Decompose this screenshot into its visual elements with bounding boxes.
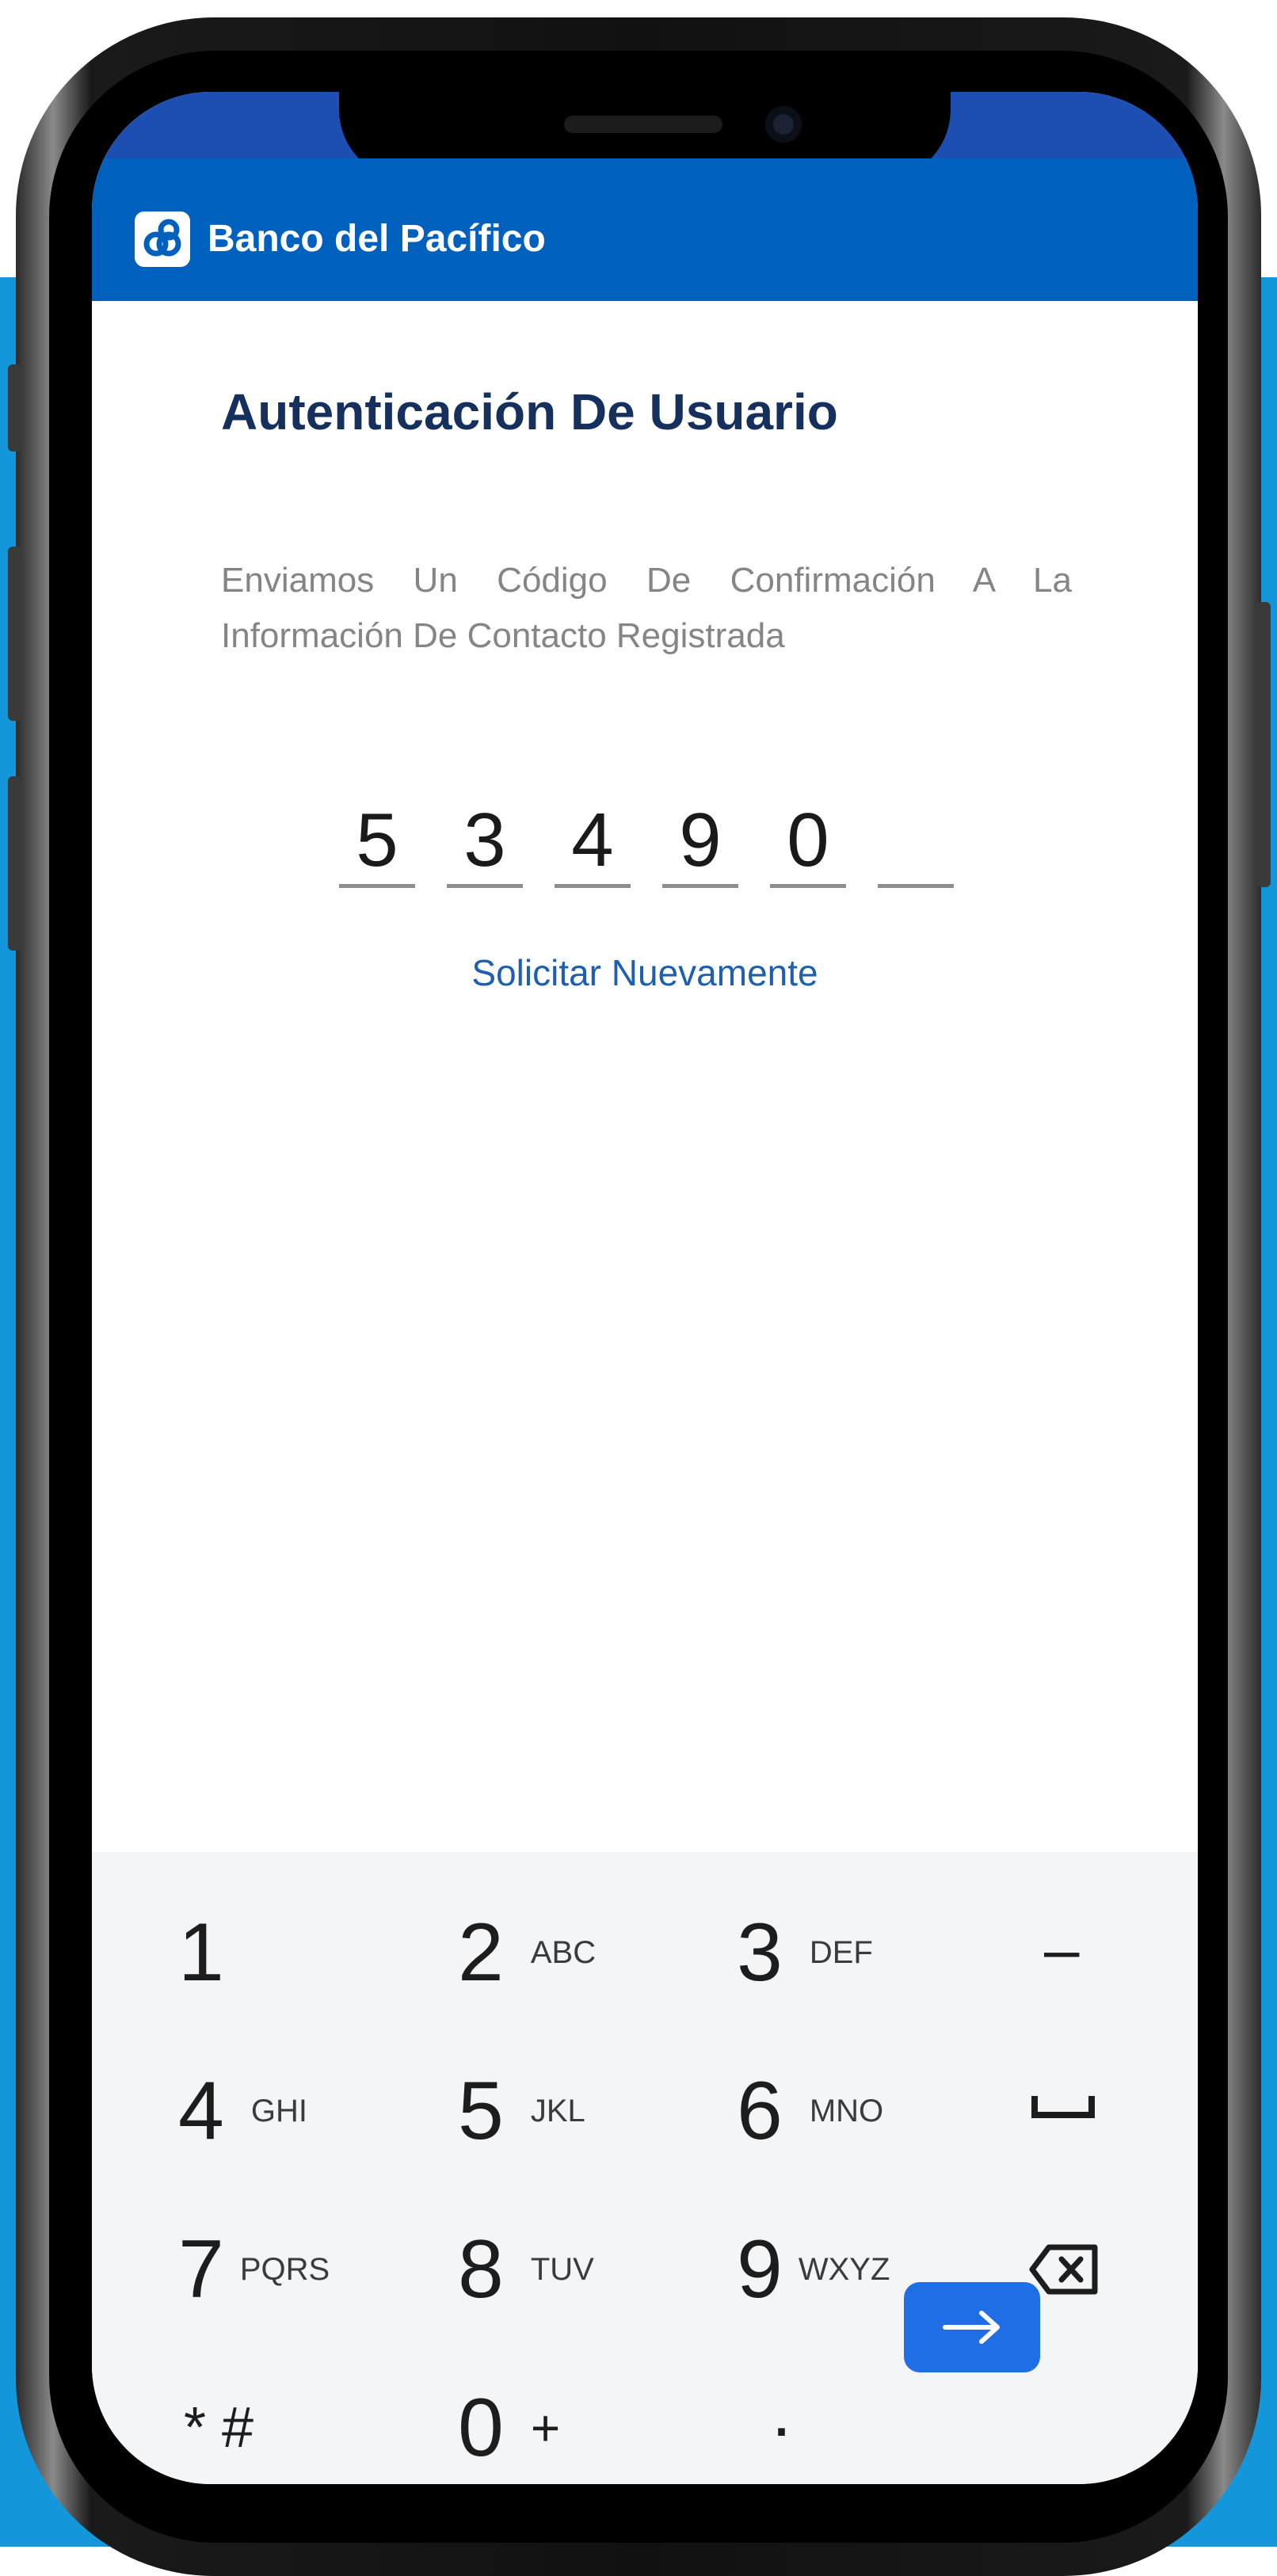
key-7[interactable]: 7 PQRS (178, 2226, 330, 2313)
key-5-letters: JKL (530, 2093, 585, 2128)
key-2-number: 2 (458, 1907, 504, 1999)
code-digit-1[interactable]: 5 (339, 789, 415, 888)
verification-code-input[interactable]: 5 3 4 9 0 (339, 789, 973, 888)
speaker-grille (564, 116, 722, 133)
key-0-number: 0 (458, 2382, 504, 2474)
page-title: Autenticación De Usuario (221, 383, 838, 440)
key-3-number: 3 (737, 1907, 783, 1999)
key-minus[interactable]: – (1044, 1914, 1080, 1985)
key-8-number: 8 (458, 2224, 504, 2315)
key-6-number: 6 (737, 2065, 783, 2157)
backspace-icon (1029, 2244, 1098, 2295)
phone-power-button (1256, 602, 1271, 887)
key-3[interactable]: 3 DEF (737, 1909, 873, 1996)
resend-code-link[interactable]: Solicitar Nuevamente (92, 947, 1198, 998)
enter-button[interactable] (904, 2282, 1040, 2372)
code-digit-2[interactable]: 3 (447, 789, 523, 888)
key-4-letters: GHI (250, 2093, 307, 2128)
key-5[interactable]: 5 JKL (458, 2067, 585, 2155)
key-9[interactable]: 9 WXYZ (737, 2226, 890, 2313)
numeric-keypad (92, 1852, 1198, 2484)
space-icon (1031, 2096, 1095, 2118)
key-6-letters: MNO (809, 2093, 884, 2128)
bank-logo-icon (135, 211, 190, 267)
code-digit-5[interactable]: 0 (770, 789, 846, 888)
key-9-number: 9 (737, 2224, 783, 2315)
key-backspace[interactable] (1028, 2243, 1100, 2296)
key-1-number: 1 (178, 1907, 224, 1999)
key-0-plus: + (530, 2399, 561, 2456)
key-9-letters: WXYZ (798, 2251, 890, 2287)
key-star-hash-symbol: * # (184, 2396, 254, 2460)
key-0[interactable]: 0 + (458, 2384, 560, 2471)
key-6[interactable]: 6 MNO (737, 2067, 883, 2155)
key-space[interactable] (1031, 2091, 1095, 2120)
key-2[interactable]: 2 ABC (458, 1909, 596, 1996)
key-1[interactable]: 1 (178, 1909, 224, 1996)
code-digit-4[interactable]: 9 (662, 789, 738, 888)
key-dot-symbol: . (772, 2372, 792, 2452)
phone-volume-up-button (8, 547, 22, 721)
phone-mute-button (8, 364, 22, 452)
key-2-letters: ABC (530, 1934, 597, 1970)
brand-name: Banco del Pacífico (208, 218, 546, 260)
key-8-letters: TUV (530, 2251, 594, 2287)
camera-icon (765, 106, 802, 143)
key-dot[interactable]: . (772, 2376, 791, 2448)
page-description: Enviamos Un Código De Confirmación A La … (221, 561, 1072, 655)
key-minus-symbol: – (1044, 1914, 1080, 1984)
code-digit-6[interactable] (878, 789, 954, 888)
key-7-letters: PQRS (239, 2251, 330, 2287)
key-5-number: 5 (458, 2065, 504, 2157)
arrow-right-icon (943, 2311, 1000, 2344)
key-4[interactable]: 4 GHI (178, 2067, 307, 2155)
key-star-hash[interactable]: * # (184, 2392, 253, 2464)
phone-volume-down-button (8, 776, 22, 951)
key-8[interactable]: 8 TUV (458, 2226, 594, 2313)
key-3-letters: DEF (809, 1934, 873, 1970)
key-4-number: 4 (178, 2065, 224, 2157)
key-7-number: 7 (178, 2224, 224, 2315)
code-digit-3[interactable]: 4 (555, 789, 631, 888)
